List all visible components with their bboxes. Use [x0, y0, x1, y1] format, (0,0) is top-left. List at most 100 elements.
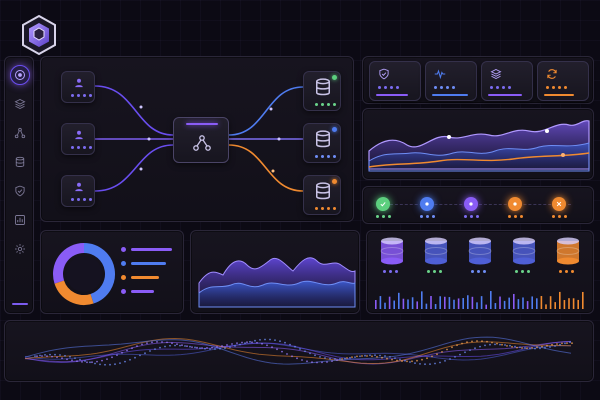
- sidebar-item-nodes[interactable]: [10, 123, 30, 143]
- signal-particle: [121, 351, 123, 354]
- signal-particle: [474, 347, 476, 350]
- status-indicator: [332, 75, 337, 80]
- signal-particle: [461, 342, 463, 345]
- source-node[interactable]: [61, 175, 95, 207]
- throughput-bar: [568, 298, 570, 309]
- sidebar-item-layers[interactable]: [10, 94, 30, 114]
- signal-particle: [281, 350, 283, 353]
- signal-particle: [171, 342, 173, 345]
- signal-particle: [241, 341, 243, 344]
- sidebar-item-bar-chart[interactable]: [10, 210, 30, 230]
- signal-wave-panel: [4, 320, 594, 382]
- throughput-bar: [531, 296, 533, 309]
- status-tile-refresh[interactable]: [537, 61, 589, 101]
- wave-chart-panel: [362, 108, 594, 180]
- status-dots: [71, 198, 92, 201]
- signal-particle: [389, 356, 391, 358]
- signal-particle: [156, 341, 158, 343]
- signal-particle: [274, 339, 276, 341]
- signal-particle: [299, 348, 301, 350]
- signal-particle: [429, 363, 431, 365]
- signal-particle: [421, 358, 423, 361]
- db-cluster-node[interactable]: [421, 237, 451, 279]
- db-cluster-node[interactable]: [509, 237, 539, 279]
- sidebar-item-target[interactable]: [10, 65, 30, 85]
- throughput-bar: [517, 299, 520, 309]
- pipeline-step[interactable]: [420, 197, 434, 211]
- throughput-bar: [480, 296, 483, 309]
- status-tile-pulse[interactable]: [425, 61, 477, 101]
- signal-particle: [491, 341, 493, 344]
- flow-line: [94, 144, 174, 192]
- pipeline-step[interactable]: [552, 197, 566, 211]
- signal-particle: [276, 348, 278, 351]
- signal-particle: [301, 359, 303, 361]
- signal-particle: [424, 363, 426, 366]
- signal-particle: [401, 360, 403, 362]
- db-cluster-node[interactable]: [465, 237, 495, 279]
- hub-node[interactable]: [173, 117, 229, 163]
- source-node[interactable]: [61, 71, 95, 103]
- signal-particle: [266, 344, 268, 347]
- donut-legend-item: [121, 247, 177, 253]
- signal-particle: [54, 353, 56, 356]
- throughput-bar: [439, 296, 441, 309]
- check-icon: [380, 202, 386, 207]
- throughput-bar: [536, 298, 538, 309]
- signal-particle: [36, 355, 38, 358]
- sidebar-item-shield[interactable]: [10, 181, 30, 201]
- status-dots: [315, 103, 336, 106]
- nodes-icon: [14, 127, 26, 139]
- signal-particle: [234, 345, 236, 347]
- dot-icon: [425, 202, 429, 206]
- signal-particle: [416, 359, 418, 362]
- target-db-node[interactable]: [303, 123, 341, 163]
- pipeline-step[interactable]: [464, 197, 478, 211]
- db-cluster-node[interactable]: [377, 237, 407, 279]
- signal-particle: [441, 351, 443, 353]
- signal-particle: [39, 354, 41, 357]
- signal-particle: [221, 345, 223, 347]
- mountain-chart-panel: [190, 230, 360, 314]
- signal-particle: [249, 340, 251, 343]
- signal-particle: [564, 342, 566, 345]
- status-dots: [383, 270, 398, 273]
- status-tile-layers[interactable]: [481, 61, 533, 101]
- signal-particle: [434, 362, 436, 365]
- signal-particle: [386, 357, 388, 360]
- signal-particle: [59, 354, 61, 356]
- signal-particle: [326, 361, 328, 363]
- signal-particle: [394, 357, 396, 359]
- signal-particle: [541, 345, 543, 348]
- source-node[interactable]: [61, 123, 95, 155]
- status-dots: [464, 215, 479, 218]
- signal-particle: [534, 347, 536, 350]
- sidebar-item-gear[interactable]: [10, 239, 30, 259]
- signal-particle: [494, 343, 496, 346]
- pipeline-step[interactable]: [376, 197, 390, 211]
- signal-particle: [174, 344, 176, 347]
- signal-particle: [101, 359, 103, 362]
- signal-particle: [404, 359, 406, 362]
- signal-particle: [289, 343, 291, 346]
- signal-particle: [544, 347, 546, 349]
- db-cluster-node[interactable]: [553, 237, 583, 279]
- signal-particle: [66, 358, 68, 361]
- signal-particle: [84, 360, 86, 362]
- status-dots: [490, 86, 511, 89]
- signal-particle: [459, 353, 461, 356]
- signal-particle: [506, 345, 508, 347]
- pipeline-step[interactable]: [508, 197, 522, 211]
- throughput-bar: [416, 301, 418, 309]
- app-logo[interactable]: [20, 14, 58, 56]
- signal-particle: [91, 361, 93, 364]
- sidebar-item-database[interactable]: [10, 152, 30, 172]
- signal-particle: [256, 341, 258, 344]
- status-tile-shield[interactable]: [369, 61, 421, 101]
- target-db-node[interactable]: [303, 175, 341, 215]
- signal-particle: [236, 342, 238, 344]
- signal-particle: [536, 346, 538, 349]
- throughput-bar: [462, 298, 464, 309]
- signal-particle: [114, 363, 116, 366]
- target-db-node[interactable]: [303, 71, 341, 111]
